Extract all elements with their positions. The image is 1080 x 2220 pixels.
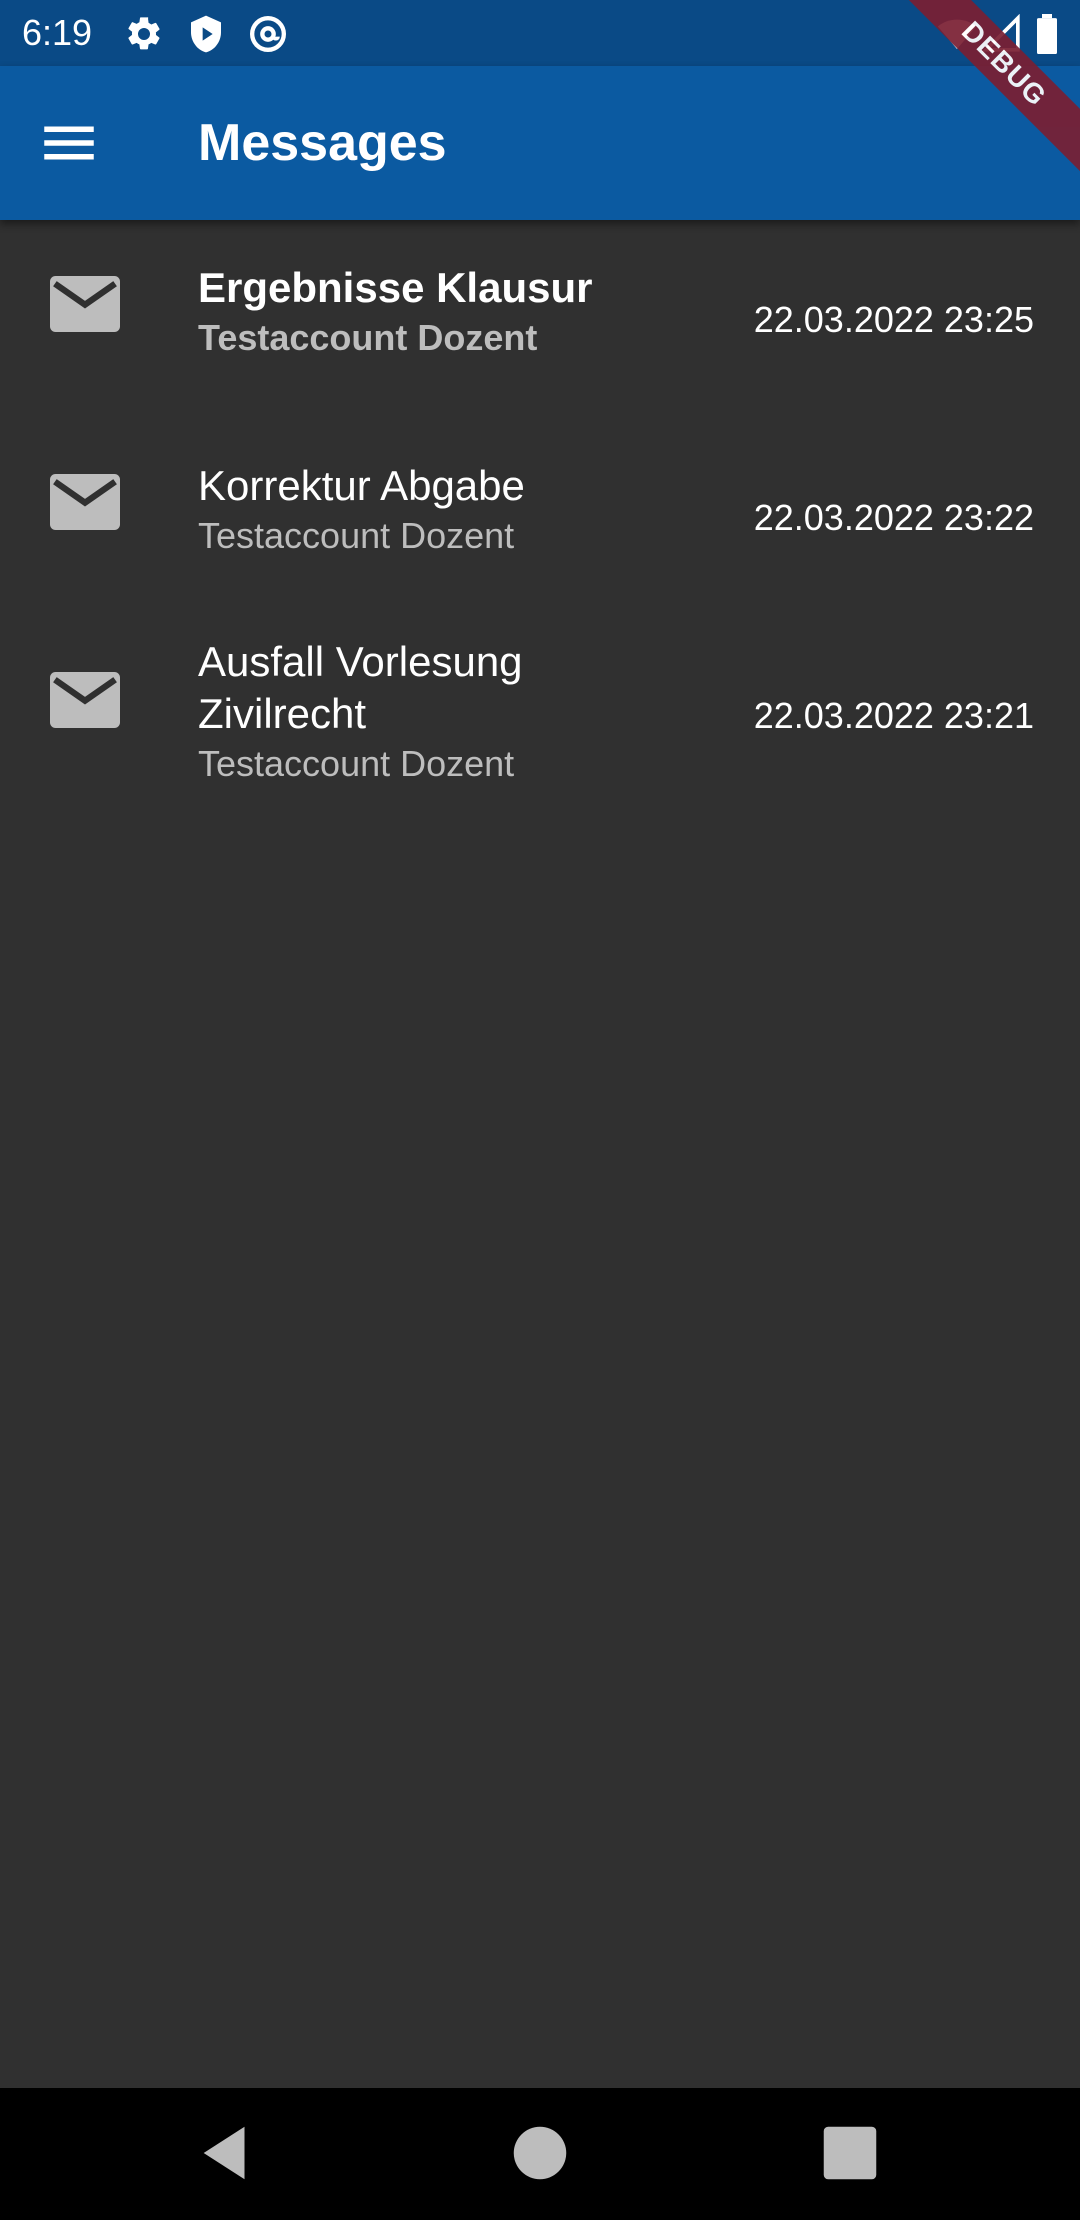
message-date: 22.03.2022 23:21 [753,695,1034,736]
home-button[interactable] [505,2118,575,2188]
settings-icon [124,14,164,54]
message-title: Ausfall Vorlesung Zivilrecht [198,638,523,737]
at-sign-icon [248,14,288,54]
message-item[interactable]: Ergebnisse Klausur Testaccount Dozent 22… [0,220,1080,418]
message-sender: Testaccount Dozent [198,317,538,358]
back-icon [203,2126,245,2180]
message-sender: Testaccount Dozent [198,743,515,784]
menu-icon [44,126,94,160]
mail-icon [50,276,120,332]
battery-icon [1034,14,1060,54]
recents-button[interactable] [815,2118,885,2188]
message-item[interactable]: Korrektur Abgabe Testaccount Dozent 22.0… [0,418,1080,616]
page-title: Messages [198,114,447,172]
recents-icon [823,2126,877,2180]
message-title: Ergebnisse Klausur [198,264,593,311]
mail-icon [50,672,120,728]
shield-play-icon [186,14,226,54]
back-button[interactable] [192,2118,262,2188]
navigation-bar [0,2088,1080,2220]
mail-icon [50,474,120,530]
app-bar: Messages [0,66,1080,220]
message-sender: Testaccount Dozent [198,515,515,556]
message-date: 22.03.2022 23:22 [753,497,1034,538]
status-time: 6:19 [22,12,93,53]
messages-screen: 6:19 DEBUG Messages Ergebnisse Klausur T… [0,0,1080,2220]
message-title: Korrektur Abgabe [198,462,525,509]
home-icon [513,2126,567,2180]
menu-button[interactable] [36,110,102,176]
message-date: 22.03.2022 23:25 [753,299,1034,340]
message-list: Ergebnisse Klausur Testaccount Dozent 22… [0,220,1080,814]
message-item[interactable]: Ausfall Vorlesung Zivilrecht Testaccount… [0,616,1080,814]
